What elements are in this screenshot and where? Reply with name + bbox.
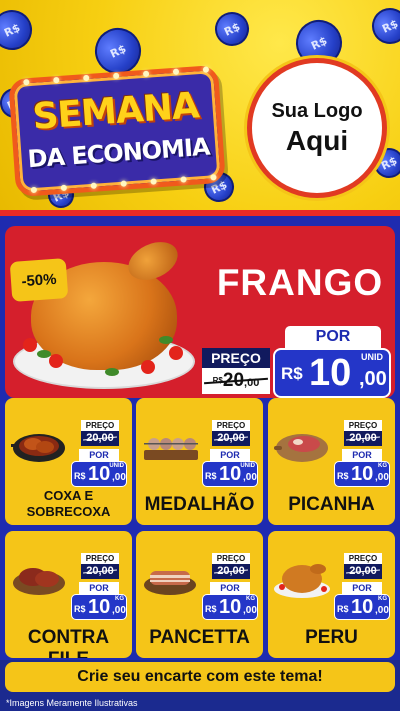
- new-price: POR R$ 10 ,00 UNID: [273, 326, 391, 398]
- logo-text-line1: Sua Logo: [271, 99, 363, 122]
- disclaimer-text: *Imagens Meramente Ilustrativas: [6, 698, 138, 708]
- logo-text-line2: Aqui: [285, 124, 349, 156]
- old-price-label: PREÇO: [202, 348, 270, 368]
- product-name: PANCETTA: [149, 627, 250, 648]
- product-card-contra-file[interactable]: PREÇO 20,00 POR R$10,00KG CONTRA FILE: [5, 531, 132, 658]
- title-semana: SEMANA: [31, 85, 200, 138]
- pancetta-image: [144, 571, 196, 595]
- featured-product-name: FRANGO: [216, 262, 384, 303]
- title-da-economia: DA ECONOMIA: [26, 132, 211, 174]
- cta-banner[interactable]: Crie seu encarte com este tema!: [5, 662, 395, 692]
- price-block: PREÇO 20,00 POR R$ 10,00 KG: [334, 420, 390, 487]
- logo-placeholder[interactable]: Sua Logo Aqui: [247, 58, 387, 198]
- title-board: SEMANA DA ECONOMIA: [8, 64, 226, 198]
- product-card-pancetta[interactable]: PREÇO 20,00 POR R$ 10,00 KG PANCETTA: [136, 531, 263, 658]
- product-grid: PREÇO 20,00 POR R$ 10,00 UNID COXA E SOBRE…: [0, 398, 400, 660]
- new-price-value: R$ 10 ,00 UNID: [273, 348, 391, 398]
- contra-file-image: [13, 568, 65, 595]
- product-card-picanha[interactable]: PREÇO 20,00 POR R$ 10,00 KG PICANHA: [268, 398, 395, 525]
- product-card-medalhao[interactable]: PREÇO 20,00 POR R$ 10,00 UNID MEDALHÃO: [136, 398, 263, 525]
- unit-label: UNID: [361, 352, 383, 362]
- header-banner: R$ R$ R$ R$ R$ R$ R$ R$ R$ SEMANA DA ECO…: [0, 0, 400, 215]
- product-card-peru[interactable]: PREÇO 20,00 POR R$ 10,00 KG PERU: [268, 531, 395, 658]
- roast-chicken-image: [9, 234, 199, 394]
- product-name: COXA E SOBRECOXA: [26, 488, 111, 519]
- product-name: PICANHA: [288, 494, 375, 515]
- picanha-board-image: [274, 434, 328, 462]
- product-name: PERU: [305, 627, 358, 648]
- price-block: PREÇO 20,00 POR R$ 10,00 UNID: [71, 420, 127, 487]
- price-block: PREÇO 20,00 POR R$ 10,00 KG: [202, 553, 258, 620]
- coin-icon: R$: [209, 6, 255, 52]
- chicken-leg-pan-image: [11, 434, 65, 462]
- price-block: PREÇO 20,00 POR R$ 10,00 UNID: [202, 420, 258, 487]
- product-name: CONTRA FILE: [27, 627, 110, 658]
- por-label: POR: [285, 326, 381, 348]
- price-block: PREÇO 20,00 POR R$ 10,00 KG: [334, 553, 390, 620]
- price-block: PREÇO 20,00 POR R$ 10,00 KG: [71, 553, 127, 620]
- featured-section: -50% FRANGO PREÇO R$20,00 POR R$ 10 ,00 …: [0, 210, 400, 398]
- featured-card[interactable]: -50% FRANGO PREÇO R$20,00 POR R$ 10 ,00 …: [5, 226, 395, 398]
- product-name: MEDALHÃO: [144, 494, 255, 515]
- roast-turkey-image: [274, 564, 330, 598]
- coin-icon: R$: [366, 2, 400, 50]
- discount-badge: -50%: [9, 258, 69, 302]
- coin-icon: R$: [0, 3, 39, 57]
- product-card-coxa[interactable]: PREÇO 20,00 POR R$ 10,00 UNID COXA E SOBRE…: [5, 398, 132, 525]
- old-price: PREÇO R$20,00: [202, 348, 270, 394]
- medalhao-skewers-image: [144, 438, 198, 460]
